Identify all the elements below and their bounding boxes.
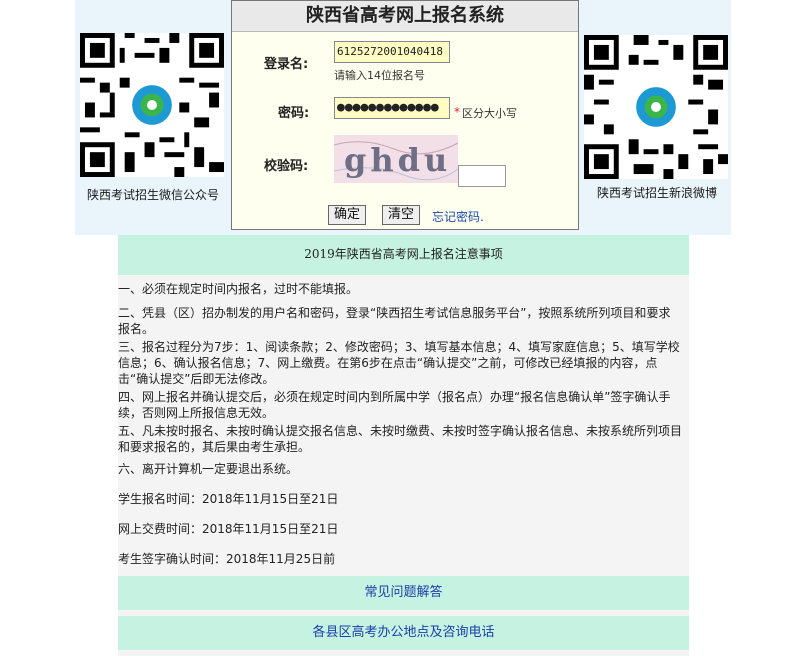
wechat-caption: 陕西考试招生微信公众号 [86,188,219,202]
captcha-text: ghdu [344,141,451,179]
notice-section: 2019年陕西省高考网上报名注意事项 一、必须在规定时间内报名，过时不能填报。 … [118,235,689,656]
notice-item: 一、必须在规定时间内报名，过时不能填报。 [118,282,359,296]
weibo-qr-code [584,35,728,179]
notice-item: 三、报名过程分为7步：1、阅读条款；2、修改密码；3、填写基本信息；4、填写家庭… [118,340,680,386]
confirm-button[interactable]: 确定 [328,205,367,225]
notice-item: 四、网上报名并确认提交后，必须在规定时间内到所属中学（报名点）办理“报名信息确认… [118,390,671,420]
username-hint: 请输入14位报名号 [334,69,425,82]
weibo-caption: 陕西考试招生新浪微博 [596,186,717,200]
clear-button[interactable]: 清空 [382,205,421,225]
username-input[interactable]: 6125272001040418 [334,41,450,63]
case-sensitive-hint: 区分大小写 [462,107,517,120]
captcha-label: 校验码: [264,159,309,174]
forgot-password-link[interactable]: 忘记密码. [432,208,484,225]
faq-link[interactable]: 常见问题解答 [118,576,689,610]
system-title: 陕西省高考网上报名系统 [232,1,578,32]
username-label: 登录名: [264,57,309,72]
login-panel: 陕西省高考网上报名系统 登录名: 6125272001040418 请输入14位… [231,0,579,230]
captcha-image[interactable]: ghdu [334,135,458,183]
wechat-qr-code [80,33,224,177]
signature-time: 考生签字确认时间：2018年11月25日前 [118,552,336,566]
password-input[interactable]: ●●●●●●●●●●●●● [334,97,450,119]
required-star: * [454,105,460,119]
county-offices-link[interactable]: 各县区高考办公地点及咨询电话 [118,616,689,650]
captcha-input[interactable] [458,165,506,187]
notice-title: 2019年陕西省高考网上报名注意事项 [118,235,689,275]
notice-item: 六、离开计算机一定要退出系统。 [118,462,299,476]
password-label: 密码: [278,106,310,121]
notice-item: 二、凭县（区）招办制发的用户名和密码，登录“陕西招生考试信息服务平台”，按照系统… [118,306,671,336]
registration-time: 学生报名时间：2018年11月15日至21日 [118,492,339,506]
payment-time: 网上交费时间：2018年11月15日至21日 [118,522,339,536]
notice-item: 五、凡未按时报名、未按时确认提交报名信息、未按时缴费、未按时签字确认报名信息、未… [118,424,683,454]
